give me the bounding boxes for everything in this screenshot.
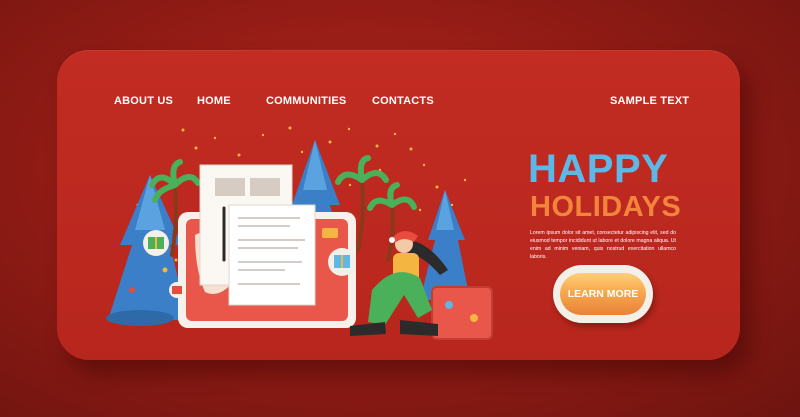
hero-body-text: Lorem ipsum dolor sit amet, consectetur …	[530, 230, 676, 260]
suitcase-icon	[431, 286, 493, 340]
learn-more-button[interactable]: LEARN MORE	[553, 265, 653, 323]
hero-title-happy: HAPPY	[528, 147, 669, 191]
learn-more-label: LEARN MORE	[560, 273, 646, 315]
hero-title-holidays: HOLIDAYS	[530, 191, 682, 223]
document-icon	[199, 164, 316, 306]
